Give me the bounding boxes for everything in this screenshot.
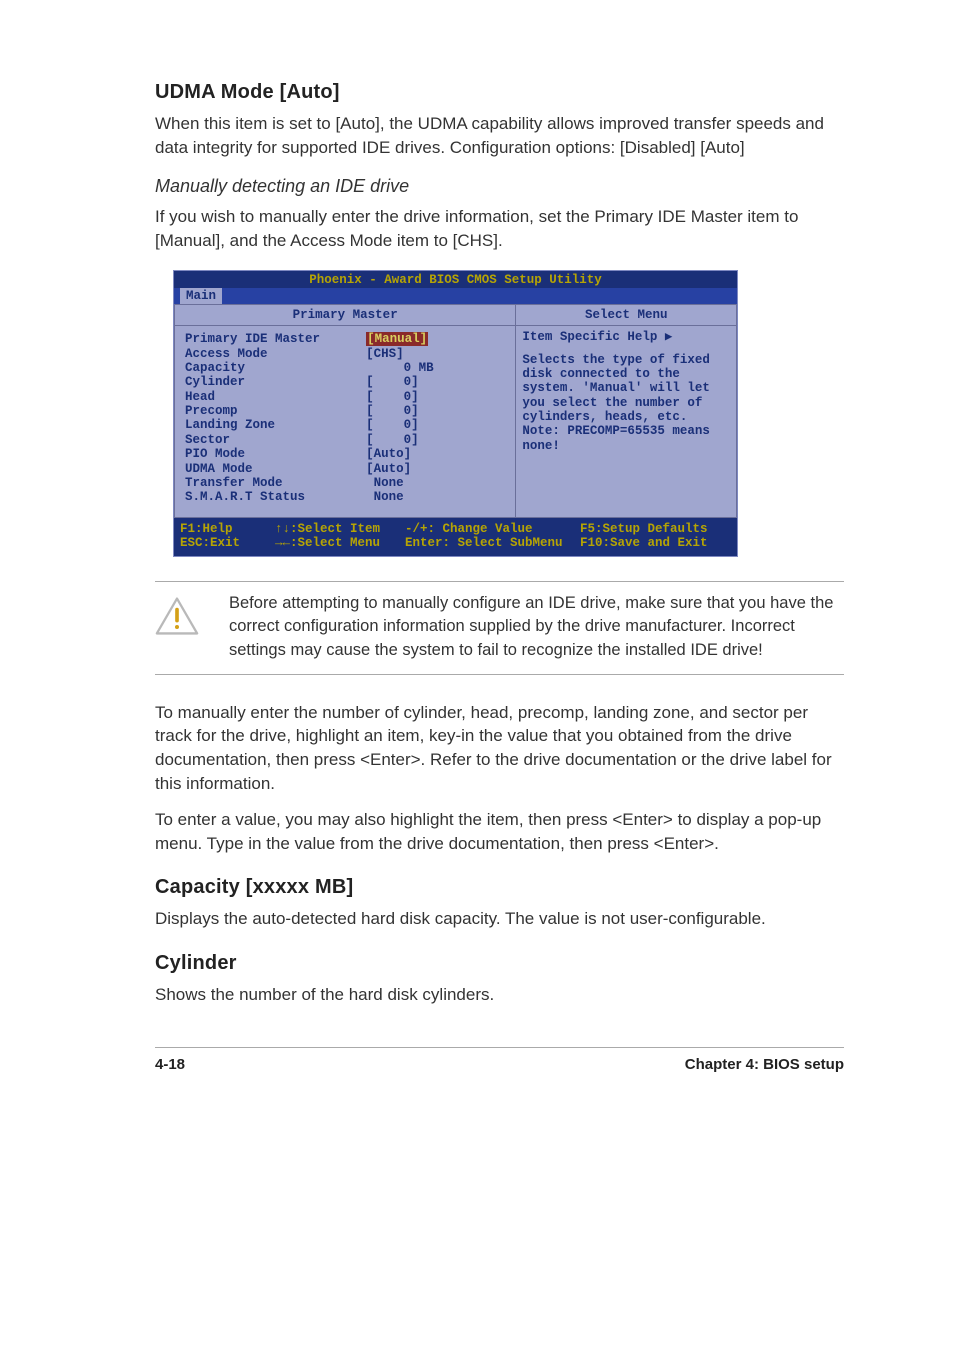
subheading-manual-detect: Manually detecting an IDE drive [155,174,844,199]
bios-right-header: Select Menu [516,305,736,326]
body-cylinder: Shows the number of the hard disk cylind… [155,983,844,1007]
para-popup-entry: To enter a value, you may also highlight… [155,808,844,856]
body-capacity: Displays the auto-detected hard disk cap… [155,907,844,931]
bios-setting-label: PIO Mode [185,447,366,461]
bios-key-save-exit: F10:Save and Exit [580,536,731,550]
bios-setting-row[interactable]: Landing Zone[ 0] [185,418,505,432]
bios-setting-value[interactable]: [Auto] [366,447,505,461]
bios-setting-label: S.M.A.R.T Status [185,490,366,504]
bios-key-select-item: ↑↓:Select Item [275,522,405,536]
bios-tab-main[interactable]: Main [180,288,222,304]
bios-setting-row[interactable]: S.M.A.R.T Status None [185,490,505,504]
bios-left-pane: Primary Master Primary IDE Master[Manual… [174,304,516,518]
bios-setting-label: Head [185,390,366,404]
bios-setting-value[interactable]: None [366,490,505,504]
note-text: Before attempting to manually configure … [229,592,842,661]
bios-title: Phoenix - Award BIOS CMOS Setup Utility [174,271,737,287]
bios-setting-value[interactable]: [ 0] [366,418,505,432]
bios-setting-row[interactable]: Transfer Mode None [185,476,505,490]
bios-setting-value[interactable]: [Manual] [366,332,505,346]
bios-key-exit: ESC:Exit [180,536,275,550]
bios-footer: F1:Help ↑↓:Select Item -/+: Change Value… [174,518,737,557]
bios-setting-label: Cylinder [185,375,366,389]
heading-udma-mode: UDMA Mode [Auto] [155,78,844,106]
note-box: Before attempting to manually configure … [155,581,844,674]
bios-setting-label: Landing Zone [185,418,366,432]
bios-setting-value[interactable]: 0 MB [366,361,505,375]
bios-setting-row[interactable]: Capacity 0 MB [185,361,505,375]
body-manual-detect: If you wish to manually enter the drive … [155,205,844,253]
bios-setting-value[interactable]: [ 0] [366,375,505,389]
bios-help-text: Selects the type of fixed disk connected… [516,353,736,474]
bios-settings-list: Primary IDE Master[Manual]Access Mode[CH… [175,326,515,517]
bios-setting-label: UDMA Mode [185,462,366,476]
bios-setting-row[interactable]: Cylinder[ 0] [185,375,505,389]
bios-setting-value[interactable]: None [366,476,505,490]
bios-key-help: F1:Help [180,522,275,536]
bios-setting-label: Access Mode [185,347,366,361]
bios-help-title: Item Specific Help ▶ [516,326,736,352]
chapter-label: Chapter 4: BIOS setup [685,1054,844,1075]
warning-icon [155,592,207,661]
bios-setting-value[interactable]: [ 0] [366,433,505,447]
bios-setting-row[interactable]: Primary IDE Master[Manual] [185,332,505,346]
bios-setting-row[interactable]: PIO Mode[Auto] [185,447,505,461]
bios-setting-row[interactable]: Sector[ 0] [185,433,505,447]
bios-setting-value[interactable]: [ 0] [366,390,505,404]
bios-setting-row[interactable]: Head[ 0] [185,390,505,404]
bios-key-select-submenu: Enter: Select SubMenu [405,536,580,550]
heading-capacity: Capacity [xxxxx MB] [155,873,844,901]
bios-setting-value[interactable]: [Auto] [366,462,505,476]
bios-setting-value[interactable]: [CHS] [366,347,505,361]
bios-left-header: Primary Master [175,305,515,326]
bios-tab-row: Main [174,288,737,304]
bios-setting-label: Transfer Mode [185,476,366,490]
heading-cylinder: Cylinder [155,949,844,977]
page-footer: 4-18 Chapter 4: BIOS setup [155,1047,844,1075]
bios-setting-value[interactable]: [ 0] [366,404,505,418]
bios-setting-label: Precomp [185,404,366,418]
page-number: 4-18 [155,1054,185,1075]
bios-screenshot: Phoenix - Award BIOS CMOS Setup Utility … [173,270,738,557]
bios-key-setup-defaults: F5:Setup Defaults [580,522,731,536]
bios-key-select-menu: →←:Select Menu [275,536,405,550]
bios-setting-label: Capacity [185,361,366,375]
bios-setting-row[interactable]: Precomp[ 0] [185,404,505,418]
bios-key-change-value: -/+: Change Value [405,522,580,536]
bios-setting-label: Primary IDE Master [185,332,366,346]
bios-setting-label: Sector [185,433,366,447]
bios-right-pane: Select Menu Item Specific Help ▶ Selects… [516,304,737,518]
para-manual-entry: To manually enter the number of cylinder… [155,701,844,796]
bios-setting-row[interactable]: UDMA Mode[Auto] [185,462,505,476]
body-udma-mode: When this item is set to [Auto], the UDM… [155,112,844,160]
bios-setting-row[interactable]: Access Mode[CHS] [185,347,505,361]
